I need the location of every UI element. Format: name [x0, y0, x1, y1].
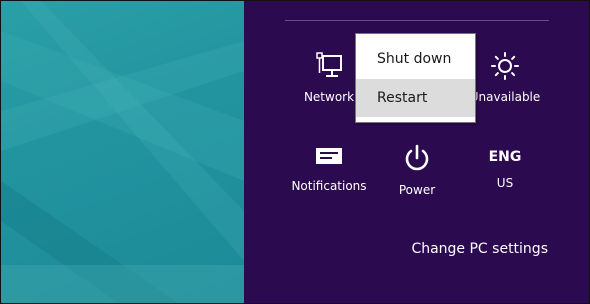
charm-divider: [285, 20, 549, 21]
language-code: ENG: [488, 149, 522, 165]
language-label: US: [496, 176, 514, 190]
notifications-label: Notifications: [291, 179, 367, 193]
language-tile[interactable]: ENG US: [463, 144, 547, 190]
change-pc-settings-link[interactable]: Change PC settings: [411, 241, 548, 257]
restart-menu-item[interactable]: Restart: [356, 79, 475, 117]
desktop-wallpaper: [1, 1, 244, 303]
power-tile[interactable]: Power: [375, 144, 459, 197]
power-label: Power: [398, 183, 436, 197]
screenshot-frame: Network Unavailable Notifications Power …: [0, 0, 590, 304]
notifications-icon: [287, 144, 371, 173]
shut-down-menu-item[interactable]: Shut down: [356, 40, 475, 78]
notifications-tile[interactable]: Notifications: [287, 144, 371, 193]
power-menu: Shut down Restart: [355, 33, 476, 123]
power-icon: [375, 144, 459, 177]
